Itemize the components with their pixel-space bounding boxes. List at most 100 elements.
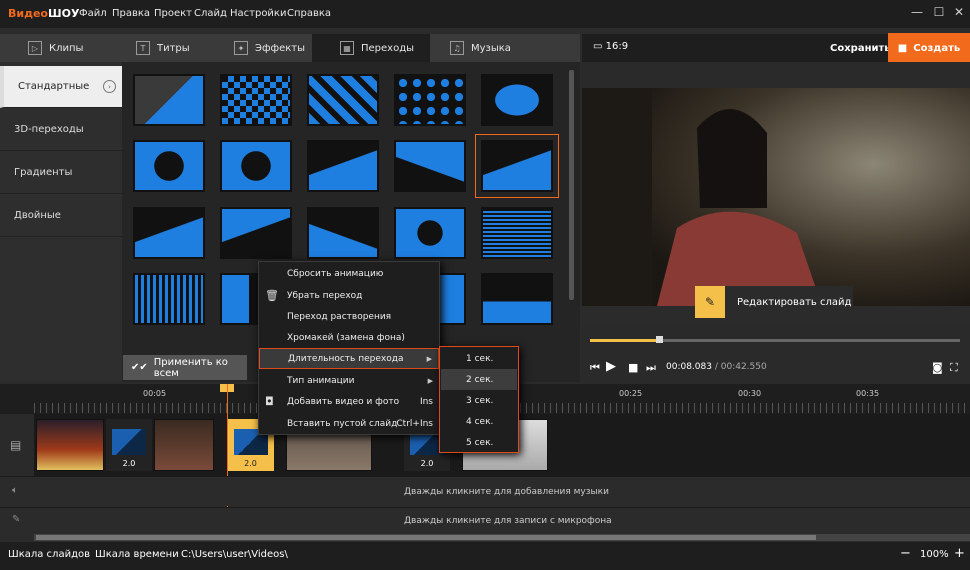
- music-icon: ♫: [450, 41, 464, 55]
- mic-track[interactable]: ✎ Дважды кликните для записи с микрофона: [0, 507, 970, 535]
- slides-scale-button[interactable]: Шкала слайдов: [8, 549, 90, 560]
- transition-thumb-selected[interactable]: [475, 134, 559, 198]
- category-list: Стандартные › 3D-переходы Градиенты Двойн…: [0, 62, 122, 382]
- project-path: C:\Users\user\Videos\: [181, 549, 288, 560]
- category-3d[interactable]: 3D-переходы: [0, 109, 122, 151]
- seek-progress: [590, 339, 661, 342]
- fullscreen-icon[interactable]: ⛶: [950, 361, 958, 375]
- duration-submenu: 1 сек. 2 сек. 3 сек. 4 сек. 5 сек.: [439, 346, 519, 453]
- menu-settings[interactable]: Настройки: [230, 8, 286, 19]
- timeline-scroll-thumb[interactable]: [36, 535, 816, 540]
- transition-thumb[interactable]: [394, 74, 466, 126]
- menu-item-chromakey[interactable]: Хромакей (замена фона): [259, 327, 439, 348]
- time-label: 00:25: [619, 389, 643, 398]
- transitions-icon: ▦: [340, 41, 354, 55]
- tab-titles[interactable]: T Титры: [136, 34, 232, 62]
- close-icon[interactable]: ✕: [950, 5, 968, 19]
- duration-option[interactable]: 5 сек.: [441, 432, 517, 453]
- duration-option-selected[interactable]: 2 сек.: [441, 369, 517, 390]
- tab-music[interactable]: ♫ Музыка: [450, 34, 546, 62]
- video-preview[interactable]: [582, 88, 970, 306]
- effects-icon: ✦: [234, 41, 248, 55]
- category-standard[interactable]: Стандартные ›: [0, 66, 122, 108]
- menu-slide[interactable]: Слайд: [194, 8, 227, 19]
- create-button[interactable]: ■ Создать: [888, 33, 970, 63]
- transition-thumb[interactable]: [481, 74, 553, 126]
- transition-thumb[interactable]: [220, 140, 292, 192]
- context-menu: Сбросить анимацию 🗑︎ Убрать переход Перех…: [258, 261, 440, 435]
- transition-thumb[interactable]: [220, 207, 292, 259]
- camera-icon: ◘: [265, 395, 274, 408]
- app-logo: ВидеоШОУ: [8, 7, 80, 20]
- maximize-icon[interactable]: ☐: [930, 5, 948, 19]
- minimize-icon[interactable]: —: [908, 5, 926, 19]
- time-label: 00:35: [856, 389, 880, 398]
- next-icon[interactable]: ⏭: [646, 361, 656, 375]
- time-label: 00:05: [143, 389, 167, 398]
- transition-thumb[interactable]: [394, 140, 466, 192]
- transition-thumb[interactable]: [220, 74, 292, 126]
- submenu-arrow-icon: ▶: [426, 354, 432, 363]
- transition-thumb[interactable]: [394, 207, 466, 259]
- zoom-in-icon[interactable]: +: [954, 546, 965, 561]
- tab-transitions[interactable]: ▦ Переходы: [312, 34, 430, 62]
- panel-scrollbar[interactable]: [569, 70, 574, 300]
- transition-thumb[interactable]: [481, 273, 553, 325]
- aspect-ratio-selector[interactable]: ▭ 16:9: [593, 41, 628, 52]
- transition-thumb[interactable]: [133, 207, 205, 259]
- transition-thumb[interactable]: [307, 140, 379, 192]
- transition-thumb[interactable]: [133, 273, 205, 325]
- transition-slot[interactable]: 2.0: [106, 419, 152, 471]
- snapshot-icon[interactable]: ◙: [932, 361, 943, 374]
- tab-clips[interactable]: ▷ Клипы: [28, 34, 124, 62]
- transition-thumb[interactable]: [307, 74, 379, 126]
- clips-icon: ▷: [28, 41, 42, 55]
- menu-project[interactable]: Проект: [154, 8, 192, 19]
- time-scale-button[interactable]: Шкала времени: [95, 549, 179, 560]
- save-button[interactable]: Сохранить: [830, 43, 891, 54]
- zoom-level: 100%: [920, 549, 949, 560]
- duration-option[interactable]: 1 сек.: [441, 348, 517, 369]
- speaker-icon: 🔈︎: [12, 485, 18, 496]
- film-icon: ▤: [10, 438, 22, 452]
- trash-icon: 🗑︎: [265, 289, 279, 302]
- preview-frame-image: [582, 88, 970, 306]
- transition-thumb[interactable]: [133, 140, 205, 192]
- pencil-icon: ✎: [695, 286, 725, 318]
- menu-item-animation-type[interactable]: Тип анимации ▶: [259, 370, 439, 391]
- menu-item-insert-empty-slide[interactable]: Вставить пустой слайд Ctrl+Ins: [259, 413, 439, 434]
- menu-file[interactable]: Файл: [79, 8, 107, 19]
- menu-edit[interactable]: Правка: [112, 8, 150, 19]
- previous-icon[interactable]: ⏮: [590, 361, 600, 375]
- time-display: 00:08.083 / 00:42.550: [666, 362, 767, 372]
- microphone-icon: ✎: [12, 514, 21, 525]
- category-double[interactable]: Двойные: [0, 195, 122, 237]
- play-icon[interactable]: ▶: [606, 359, 616, 374]
- slide-thumb[interactable]: [154, 419, 214, 471]
- video-camera-icon: ■: [897, 42, 908, 54]
- apply-to-all-button[interactable]: ✔✔ Применить ко всем: [123, 355, 247, 380]
- music-track[interactable]: 🔈︎ Дважды кликните для добавления музыки: [0, 476, 970, 506]
- duration-option[interactable]: 4 сек.: [441, 411, 517, 432]
- menu-item-remove-transition[interactable]: 🗑︎ Убрать переход: [259, 285, 439, 306]
- submenu-arrow-icon: ▶: [427, 376, 433, 385]
- transition-thumb[interactable]: [133, 74, 205, 126]
- slide-thumb[interactable]: [36, 419, 104, 471]
- menu-help[interactable]: Справка: [287, 8, 331, 19]
- menu-item-transition-duration[interactable]: Длительность перехода ▶: [259, 348, 439, 369]
- transition-thumb[interactable]: [307, 207, 379, 259]
- library-tabs: ▷ Клипы T Титры ✦ Эффекты ▦ Переходы ♫ Музыка: [0, 34, 580, 62]
- category-gradients[interactable]: Градиенты: [0, 152, 122, 194]
- monitor-icon: ▭: [593, 41, 606, 52]
- menu-item-dissolve[interactable]: Переход растворения: [259, 306, 439, 327]
- chevron-right-icon: ›: [103, 80, 116, 93]
- seek-handle[interactable]: [656, 336, 664, 343]
- titles-icon: T: [136, 41, 150, 55]
- edit-slide-button[interactable]: ✎ Редактировать слайд: [695, 286, 853, 318]
- zoom-out-icon[interactable]: −: [900, 546, 911, 561]
- menu-item-reset-animation[interactable]: Сбросить анимацию: [259, 263, 439, 284]
- duration-option[interactable]: 3 сек.: [441, 390, 517, 411]
- stop-icon[interactable]: ■: [628, 361, 638, 374]
- menu-item-add-media[interactable]: ◘ Добавить видео и фото Ins: [259, 391, 439, 412]
- transition-thumb[interactable]: [481, 207, 553, 259]
